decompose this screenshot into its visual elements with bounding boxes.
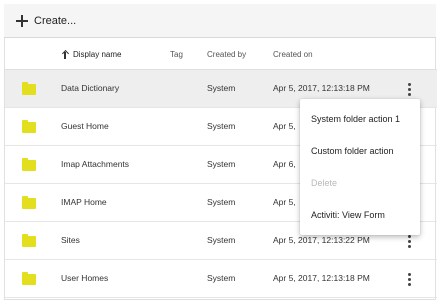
row-display-name[interactable]: Sites [61,235,80,245]
context-menu: System folder action 1 Custom folder act… [300,99,420,235]
row-created-by: System [207,159,236,169]
create-button-label: Create... [34,15,77,27]
folder-icon [22,158,36,171]
row-created-by: System [207,197,236,207]
row-created-by: System [207,273,236,283]
row-created-on: Apr 5, 2017, 12:13:22 PM [273,235,370,245]
row-created-by: System [207,121,236,131]
table-header: Display name Tag Created by Created on [5,38,437,70]
folder-icon [22,234,36,247]
row-display-name[interactable]: User Homes [61,273,108,283]
row-display-name[interactable]: Imap Attachments [61,159,129,169]
toolbar: Create... [4,4,436,38]
column-header-created-by[interactable]: Created by [207,50,246,59]
row-created-on: Apr 6, [273,159,296,169]
column-header-display-name[interactable]: Display name [61,50,121,59]
row-created-on: Apr 5, 2017, 12:13:18 PM [273,83,370,93]
row-created-on: Apr 5, [273,197,296,207]
row-display-name[interactable]: IMAP Home [61,197,107,207]
row-display-name[interactable]: Guest Home [61,121,109,131]
row-created-by: System [207,83,236,93]
row-display-name[interactable]: Data Dictionary [61,83,119,93]
menu-item-system-folder-action[interactable]: System folder action 1 [300,103,420,135]
folder-icon [22,196,36,209]
plus-icon [16,15,28,27]
table-row[interactable]: User Homes System Apr 5, 2017, 12:13:18 … [5,260,437,298]
menu-item-delete: Delete [311,178,338,188]
folder-icon [22,272,36,285]
create-button[interactable]: Create... [16,11,76,31]
column-header-created-on[interactable]: Created on [273,50,313,59]
more-actions-icon[interactable] [405,273,413,287]
folder-icon [22,120,36,133]
row-created-by: System [207,235,236,245]
column-header-tag[interactable]: Tag [170,50,183,59]
more-actions-icon[interactable] [405,235,413,249]
menu-item-activiti-view-form[interactable]: Activiti: View Form [300,199,420,231]
more-actions-icon[interactable] [405,83,413,97]
column-header-display-name-label: Display name [73,50,122,59]
row-created-on: Apr 5, [273,121,296,131]
row-created-on: Apr 5, 2017, 12:13:18 PM [273,273,370,283]
sort-ascending-icon [61,50,69,59]
folder-icon [22,82,36,95]
menu-item-custom-folder-action[interactable]: Custom folder action [300,135,420,167]
